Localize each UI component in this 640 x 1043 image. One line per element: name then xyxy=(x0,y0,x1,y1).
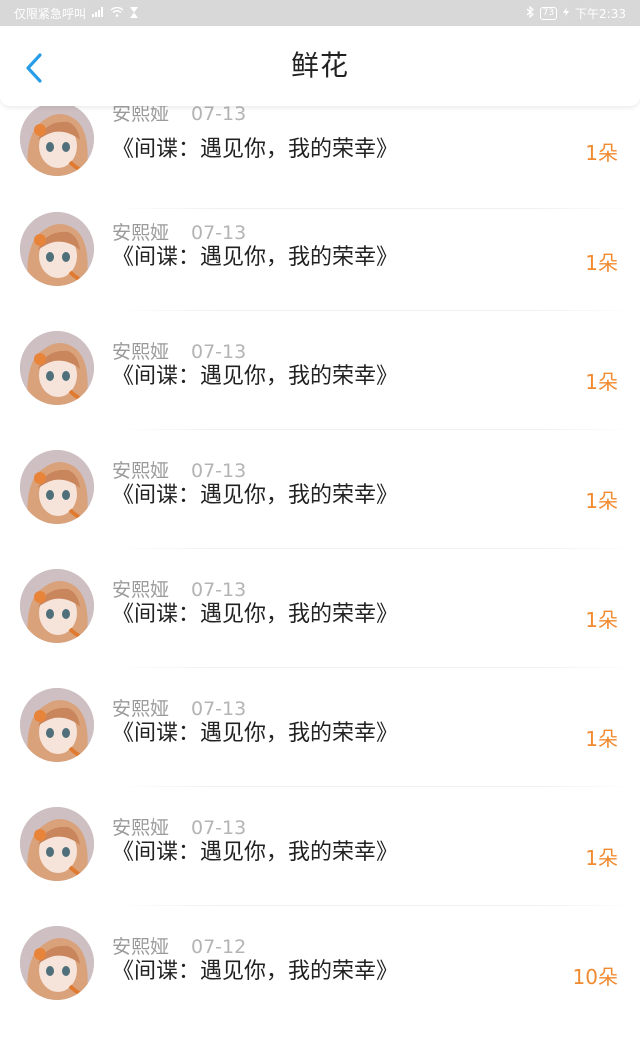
list-item[interactable]: 安熙娅 07-13 《间谍：遇见你，我的荣幸》 1朵 xyxy=(0,805,640,924)
list-item[interactable]: 安熙娅 07-13 《间谍：遇见你，我的荣幸》 1朵 xyxy=(0,448,640,567)
avatar[interactable] xyxy=(20,450,94,524)
page-title: 鲜花 xyxy=(290,49,349,82)
date: 07-13 xyxy=(191,460,247,482)
book-title: 《间谍：遇见你，我的荣幸》 xyxy=(112,364,399,389)
flower-count: 1朵 xyxy=(585,489,618,513)
divider xyxy=(112,786,640,787)
hourglass-icon xyxy=(130,6,139,20)
divider xyxy=(112,429,640,430)
book-title: 《间谍：遇见你，我的荣幸》 xyxy=(112,245,399,270)
date: 07-13 xyxy=(191,341,247,363)
date: 07-13 xyxy=(191,817,247,839)
avatar[interactable] xyxy=(20,102,94,176)
username: 安熙娅 xyxy=(112,698,170,720)
flower-count: 1朵 xyxy=(585,608,618,632)
avatar[interactable] xyxy=(20,807,94,881)
divider xyxy=(112,310,640,311)
list-item[interactable]: 安熙娅 07-13 《间谍：遇见你，我的荣幸》 1朵 xyxy=(0,686,640,805)
book-title: 《间谍：遇见你，我的荣幸》 xyxy=(112,602,399,627)
flower-count: 1朵 xyxy=(585,141,618,165)
book-title: 《间谍：遇见你，我的荣幸》 xyxy=(112,137,399,162)
book-title: 《间谍：遇见你，我的荣幸》 xyxy=(112,721,399,746)
flower-list: 安熙娅 07-13 《间谍：遇见你，我的荣幸》 1朵 安熙娅 07-13 《间谍… xyxy=(0,0,640,1024)
date: 07-12 xyxy=(191,936,247,958)
flower-count: 10朵 xyxy=(572,965,618,989)
signal-icon xyxy=(92,7,104,19)
divider xyxy=(112,905,640,906)
username: 安熙娅 xyxy=(112,579,170,601)
flower-count: 1朵 xyxy=(585,251,618,275)
username: 安熙娅 xyxy=(112,936,170,958)
avatar[interactable] xyxy=(20,926,94,1000)
list-item[interactable]: 安熙娅 07-12 《间谍：遇见你，我的荣幸》 10朵 xyxy=(0,924,640,1043)
avatar[interactable] xyxy=(20,569,94,643)
divider xyxy=(112,667,640,668)
list-item[interactable]: 安熙娅 07-13 《间谍：遇见你，我的荣幸》 1朵 xyxy=(0,90,640,209)
date: 07-13 xyxy=(191,222,247,244)
flower-count: 1朵 xyxy=(585,846,618,870)
date: 07-13 xyxy=(191,579,247,601)
divider xyxy=(112,208,640,209)
carrier-text: 仅限紧急呼叫 xyxy=(14,6,87,21)
username: 安熙娅 xyxy=(112,817,170,839)
username: 安熙娅 xyxy=(112,222,170,244)
clock: 下午2:33 xyxy=(575,6,626,21)
status-right: 73 下午2:33 xyxy=(526,5,626,22)
status-left: 仅限紧急呼叫 xyxy=(14,5,139,22)
book-title: 《间谍：遇见你，我的荣幸》 xyxy=(112,840,399,865)
date: 07-13 xyxy=(191,698,247,720)
avatar[interactable] xyxy=(20,331,94,405)
book-title: 《间谍：遇见你，我的荣幸》 xyxy=(112,483,399,508)
battery-level: 73 xyxy=(539,6,558,20)
nav-bar: 鲜花 xyxy=(0,26,640,106)
status-bar: 仅限紧急呼叫 73 下午2:33 xyxy=(0,0,640,26)
list-item[interactable]: 安熙娅 07-13 《间谍：遇见你，我的荣幸》 1朵 xyxy=(0,329,640,448)
divider xyxy=(112,548,640,549)
avatar[interactable] xyxy=(20,688,94,762)
flower-count: 1朵 xyxy=(585,370,618,394)
list-item[interactable]: 安熙娅 07-13 《间谍：遇见你，我的荣幸》 1朵 xyxy=(0,567,640,686)
book-title: 《间谍：遇见你，我的荣幸》 xyxy=(112,959,399,984)
list-item[interactable]: 安熙娅 07-13 《间谍：遇见你，我的荣幸》 1朵 xyxy=(0,210,640,329)
wifi-icon xyxy=(110,6,124,19)
avatar[interactable] xyxy=(20,212,94,286)
bluetooth-icon xyxy=(526,5,534,20)
charging-icon xyxy=(563,7,570,19)
username: 安熙娅 xyxy=(112,341,170,363)
flower-count: 1朵 xyxy=(585,727,618,751)
username: 安熙娅 xyxy=(112,460,170,482)
